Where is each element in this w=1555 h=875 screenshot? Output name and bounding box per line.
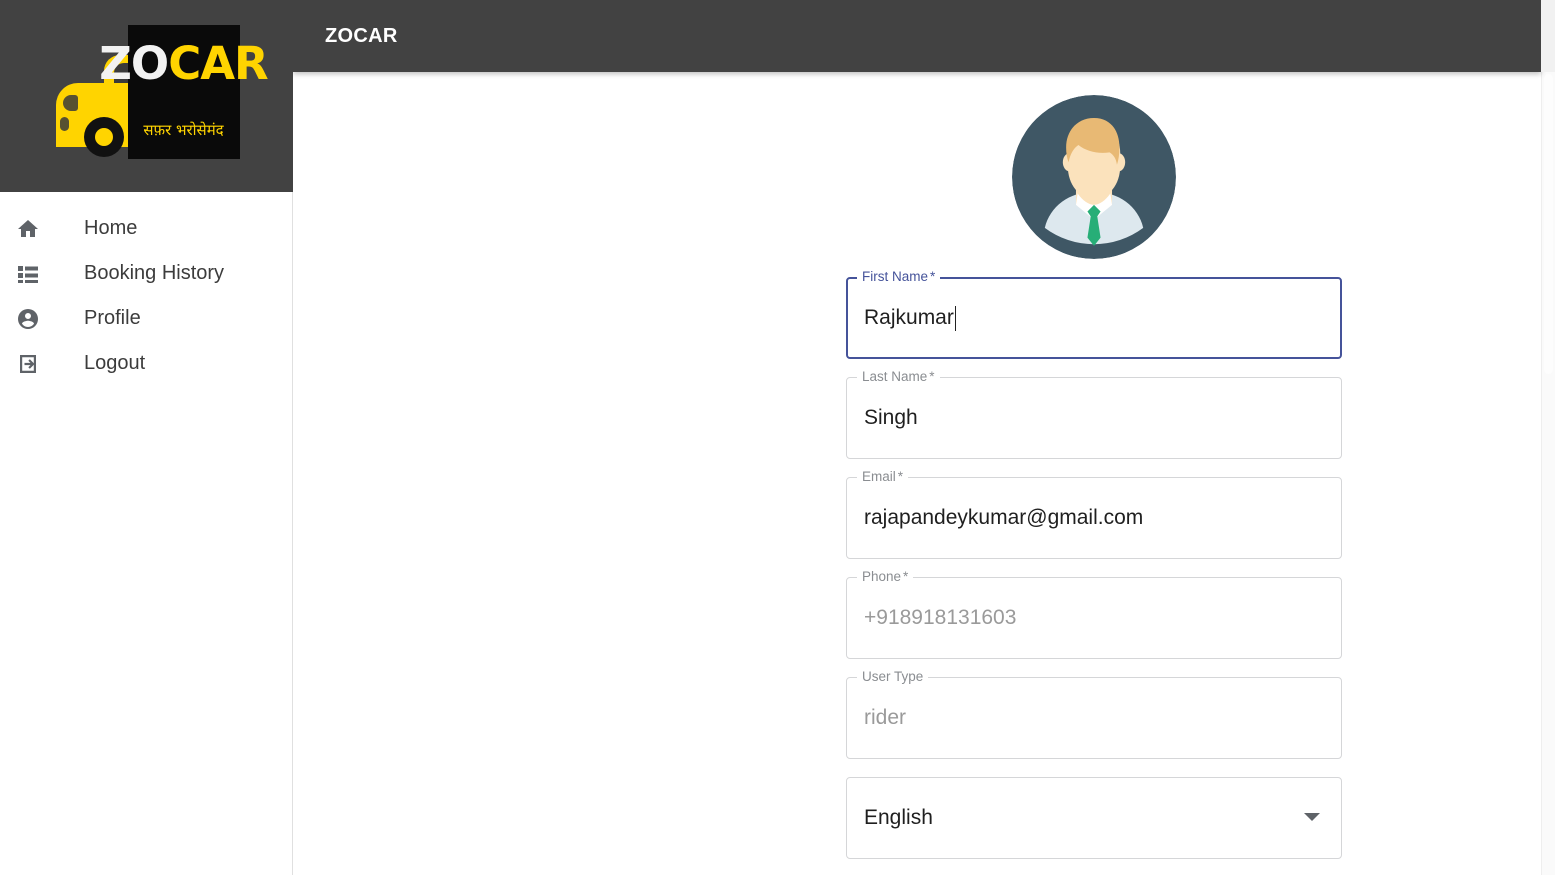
sidebar-item-label-booking-history: Booking History bbox=[84, 262, 225, 284]
sidebar-item-profile[interactable]: Profile bbox=[0, 296, 292, 341]
logo-tagline: सफ़र भरोसेमंद bbox=[143, 120, 224, 139]
main-content: First Name * Rajkumar Last Name * Singh Em… bbox=[293, 72, 1555, 875]
field-phone[interactable]: Phone * +918918131603 bbox=[846, 569, 1342, 659]
top-app-bar: ZOCAR bbox=[293, 0, 1541, 72]
home-icon bbox=[16, 217, 56, 241]
zocar-logo-art: ZO CAR सफ़र भरोसेमंद bbox=[54, 21, 269, 171]
sidebar-item-home[interactable]: Home bbox=[0, 206, 292, 251]
logout-icon bbox=[16, 352, 56, 376]
sidebar-logo[interactable]: ZO CAR सफ़र भरोसेमंद bbox=[0, 0, 293, 192]
field-value-last-name: Singh bbox=[864, 406, 918, 429]
language-select[interactable]: English bbox=[846, 777, 1342, 859]
vertical-scrollbar[interactable] bbox=[1541, 72, 1555, 875]
text-cursor bbox=[954, 305, 956, 331]
sidebar-item-booking-history[interactable]: Booking History bbox=[0, 251, 292, 296]
field-value-user-type: rider bbox=[864, 706, 907, 729]
sidebar-item-logout[interactable]: Logout bbox=[0, 341, 292, 386]
logo-word-car: CAR bbox=[168, 36, 269, 90]
chevron-down-icon[interactable] bbox=[1304, 813, 1320, 821]
sidebar-item-label-logout: Logout bbox=[84, 352, 146, 374]
sidebar: ZO CAR सफ़र भरोसेमंद Home Booking Histor… bbox=[0, 0, 293, 875]
profile-form: First Name * Rajkumar Last Name * Singh Em… bbox=[846, 72, 1342, 859]
account-circle-icon bbox=[16, 307, 56, 331]
sidebar-item-label-home: Home bbox=[84, 217, 138, 239]
app-root: ZO CAR सफ़र भरोसेमंद Home Booking Histor… bbox=[0, 0, 1555, 875]
language-select-value: English bbox=[864, 806, 933, 829]
field-email[interactable]: Email * rajapandeykumar@gmail.com bbox=[846, 469, 1342, 559]
topbar-right-gap bbox=[1541, 0, 1555, 72]
field-user-type[interactable]: User Type rider bbox=[846, 669, 1342, 759]
field-first-name[interactable]: First Name * Rajkumar bbox=[846, 269, 1342, 359]
field-value-first-name: Rajkumar bbox=[864, 305, 956, 331]
logo-word-zo: ZO bbox=[99, 36, 169, 90]
page-title: ZOCAR bbox=[325, 24, 398, 47]
scrollbar-thumb[interactable] bbox=[1544, 74, 1553, 374]
avatar[interactable] bbox=[1012, 95, 1176, 259]
sidebar-item-label-profile: Profile bbox=[84, 307, 141, 329]
logo-wordmark: ZO CAR bbox=[99, 25, 269, 101]
logo-tagline-box: सफ़र भरोसेमंद bbox=[127, 101, 240, 159]
avatar-container bbox=[846, 72, 1342, 277]
field-last-name[interactable]: Last Name * Singh bbox=[846, 369, 1342, 459]
sidebar-nav: Home Booking History Profile Logout bbox=[0, 192, 292, 386]
field-value-email: rajapandeykumar@gmail.com bbox=[864, 506, 1144, 529]
list-icon bbox=[16, 262, 56, 286]
field-value-phone: +918918131603 bbox=[864, 606, 1017, 629]
